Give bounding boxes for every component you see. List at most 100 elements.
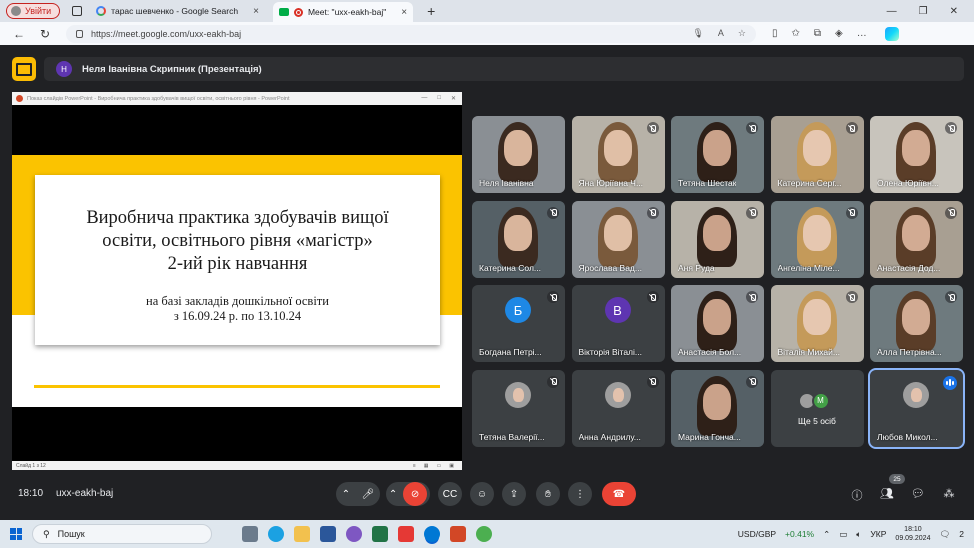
mic-off-icon bbox=[845, 291, 858, 303]
language-indicator[interactable]: УКР bbox=[870, 529, 886, 539]
more-icon[interactable]: … bbox=[857, 28, 867, 39]
word-icon[interactable] bbox=[320, 526, 336, 542]
participant-tile[interactable]: М Ще 5 осіб bbox=[770, 369, 864, 447]
collections-icon[interactable]: ⧉ bbox=[814, 28, 821, 39]
emoji-button[interactable]: ☺ bbox=[470, 482, 494, 506]
copilot-icon[interactable] bbox=[884, 26, 899, 41]
participant-tile[interactable]: Катерина Сол... bbox=[472, 200, 565, 278]
participant-face bbox=[703, 214, 731, 251]
shared-presentation[interactable]: Показ слайдів PowerPoint - Виробнича пра… bbox=[12, 92, 462, 470]
participant-avatar: М bbox=[811, 391, 830, 410]
tab-title: Meet: "uxx-eakh-baj" bbox=[307, 7, 387, 17]
participant-tile[interactable]: В Вікторія Віталі... bbox=[571, 285, 665, 362]
extensions-icon[interactable]: ◈ bbox=[835, 28, 843, 39]
camera-group[interactable]: ⌃ ⊘ bbox=[386, 482, 430, 506]
slide: Виробнича практика здобувачів вищої осві… bbox=[12, 105, 462, 407]
captions-icon: CC bbox=[442, 488, 458, 500]
chevron-up-icon[interactable]: ⌃ bbox=[823, 529, 830, 540]
chevron-up-icon[interactable]: ⌃ bbox=[342, 489, 350, 500]
volume-icon[interactable]: 🔈︎ bbox=[856, 529, 861, 540]
participant-tile[interactable]: Аня Руда bbox=[671, 200, 764, 278]
chat-icon[interactable]: 💬︎ bbox=[911, 487, 925, 500]
chevron-up-icon[interactable]: ⌃ bbox=[389, 489, 397, 500]
powerpoint-icon[interactable] bbox=[450, 526, 466, 542]
tab-meet[interactable]: Meet: "uxx-eakh-baj" × bbox=[272, 2, 414, 22]
split-screen-icon[interactable]: ▯ bbox=[772, 28, 778, 39]
participant-tile[interactable]: Анастасія Дод... bbox=[870, 200, 963, 278]
favorites-icon[interactable]: ✩ bbox=[792, 28, 800, 39]
meeting-code[interactable]: uxx-eakh-baj bbox=[56, 488, 113, 499]
people-icon[interactable]: 👥︎ bbox=[880, 487, 894, 500]
edge-icon[interactable] bbox=[268, 526, 284, 542]
presenter-bar: Н Неля Іванівна Скрипник (Презентація) bbox=[44, 57, 964, 81]
leave-call-button[interactable]: ☎︎ bbox=[602, 482, 636, 506]
file-explorer-icon[interactable] bbox=[294, 526, 310, 542]
maximize-icon[interactable]: ❐ bbox=[919, 6, 928, 17]
participant-name: Тетяна Валерії... bbox=[479, 431, 545, 442]
chrome-icon[interactable] bbox=[476, 526, 492, 542]
participant-tile[interactable]: Б Богдана Петрі... bbox=[472, 285, 565, 362]
close-icon[interactable]: × bbox=[253, 6, 259, 17]
url-field[interactable]: https://meet.google.com/uxx-eakh-baj 🎙 A… bbox=[66, 24, 756, 43]
microphone-icon[interactable]: 🎤︎ bbox=[362, 489, 375, 500]
participant-tile[interactable]: Ярослава Вад... bbox=[571, 200, 665, 278]
currency-change: +0.41% bbox=[785, 529, 815, 539]
edge-active-icon[interactable] bbox=[424, 526, 440, 542]
taskbar-search[interactable]: ⚲ Пошук bbox=[32, 524, 212, 544]
task-view-icon[interactable] bbox=[242, 526, 258, 542]
participant-tile[interactable]: Тетяна Валерії... bbox=[472, 369, 565, 447]
microphone-icon[interactable]: 🎙 bbox=[692, 28, 703, 39]
raise-hand-button[interactable]: ✋︎ bbox=[536, 482, 560, 506]
network-icon[interactable]: ▭ bbox=[839, 529, 847, 540]
participant-avatar bbox=[604, 381, 631, 408]
read-aloud-icon[interactable]: A bbox=[718, 28, 724, 39]
participant-tile[interactable]: Алла Петрівна... bbox=[870, 285, 963, 362]
more-options-button[interactable]: ⋮ bbox=[568, 482, 592, 506]
winrar-icon[interactable] bbox=[398, 526, 414, 542]
minimize-icon: — bbox=[421, 95, 428, 101]
reload-button[interactable]: ↻ bbox=[38, 27, 52, 41]
tab-google-search[interactable]: тарас шевченко - Google Search × bbox=[90, 2, 265, 20]
participant-name: Анастасія Дод... bbox=[877, 262, 941, 273]
lock-icon[interactable] bbox=[76, 29, 83, 38]
info-icon[interactable]: ⓘ bbox=[850, 487, 864, 503]
back-button[interactable]: ← bbox=[12, 27, 26, 41]
participant-tile[interactable]: Неля Іванівна bbox=[472, 116, 565, 193]
participant-tile[interactable]: Віталія Михай... bbox=[770, 285, 864, 362]
slide-subtitle-line: з 16.09.24 р. по 13.10.24 bbox=[173, 309, 302, 323]
captions-button[interactable]: CC bbox=[438, 482, 462, 506]
mic-off-icon bbox=[547, 291, 559, 303]
currency-label[interactable]: USD/GBP bbox=[738, 529, 776, 539]
minimize-icon[interactable]: — bbox=[887, 6, 897, 17]
participant-tile[interactable]: Анна Андрилу... bbox=[571, 369, 665, 447]
slideshow-icon: ▣ bbox=[449, 462, 454, 469]
window-controls: — ❐ ✕ bbox=[887, 6, 958, 17]
participant-avatar bbox=[505, 381, 531, 408]
tab-actions-icon[interactable] bbox=[72, 6, 83, 16]
present-button[interactable]: ⇪ bbox=[502, 482, 526, 506]
microphone-button[interactable]: ⌃ 🎤︎ bbox=[336, 482, 380, 506]
participant-tile[interactable]: Олена Юріївн... bbox=[870, 116, 963, 193]
clock-date: 09.09.2024 bbox=[895, 535, 931, 542]
participant-tile[interactable]: Марина Гонча... bbox=[671, 369, 764, 447]
camera-off-button[interactable]: ⊘ bbox=[403, 482, 428, 506]
close-icon[interactable]: × bbox=[401, 7, 407, 18]
activities-icon[interactable]: ⁂ bbox=[942, 487, 956, 500]
profile-button[interactable]: Увійти bbox=[6, 3, 61, 19]
excel-icon[interactable] bbox=[372, 526, 388, 542]
participant-tile[interactable]: Анастасія Бол... bbox=[671, 285, 764, 362]
participant-tile[interactable]: Любов Микол... bbox=[868, 367, 965, 449]
participant-tile[interactable]: Катерина Серг... bbox=[770, 116, 864, 193]
participant-face bbox=[513, 387, 524, 402]
presentation-icon[interactable] bbox=[12, 57, 36, 81]
close-window-icon[interactable]: ✕ bbox=[950, 6, 958, 17]
notifications-icon[interactable]: 🗨︎ bbox=[939, 529, 950, 540]
participant-tile[interactable]: Тетяна Шестак bbox=[671, 116, 764, 193]
participant-tile[interactable]: Ангеліна Міле... bbox=[770, 200, 864, 278]
windows-start-icon[interactable] bbox=[10, 528, 22, 540]
new-tab-button[interactable]: + bbox=[427, 3, 435, 19]
taskbar-clock[interactable]: 18:10 09.09.2024 bbox=[895, 525, 930, 543]
viber-icon[interactable] bbox=[346, 526, 362, 542]
favorite-star-icon[interactable]: ☆ bbox=[738, 28, 746, 39]
participant-tile[interactable]: Яна Юріївна Ч... bbox=[571, 116, 665, 193]
